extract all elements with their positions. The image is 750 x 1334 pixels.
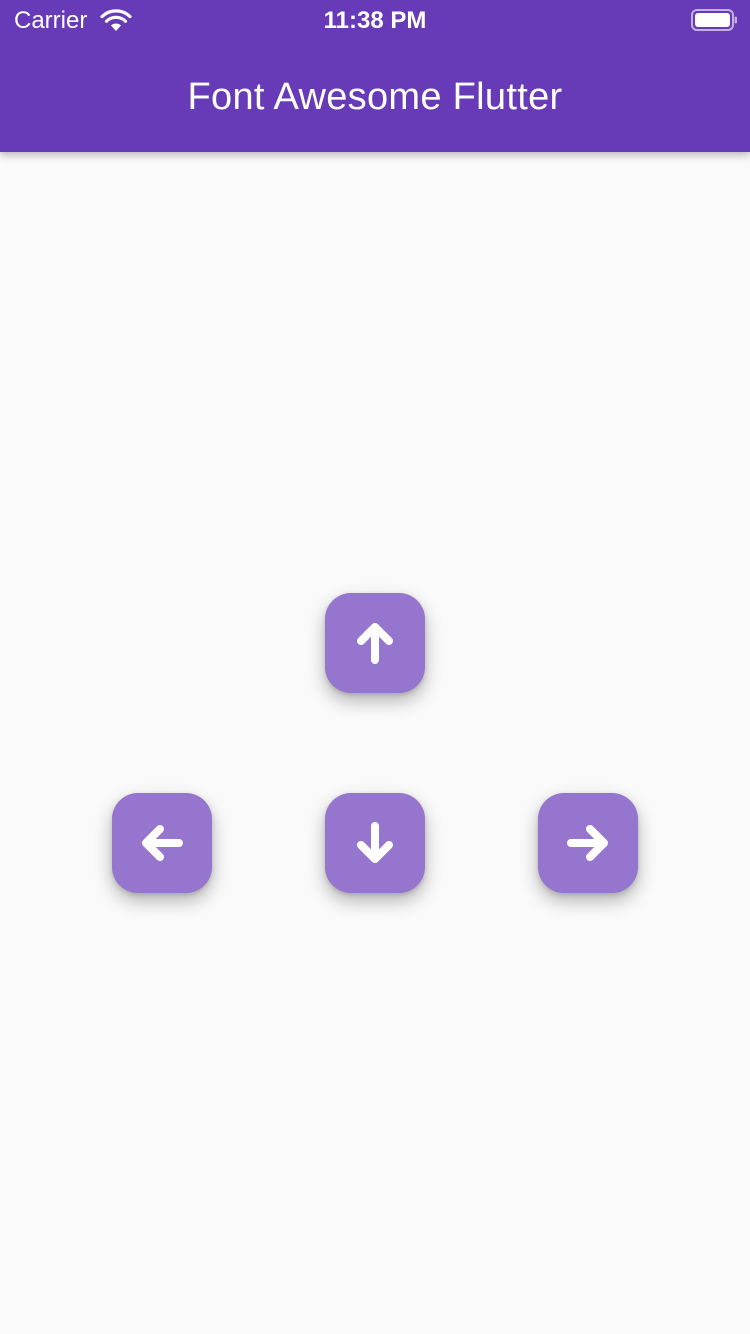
arrow-right-icon — [567, 825, 608, 861]
app-bar: Carrier 11:38 PM Font Awesome Flutter — [0, 0, 750, 152]
left-button[interactable] — [112, 793, 212, 893]
battery-icon — [691, 9, 737, 31]
status-bar: Carrier 11:38 PM — [0, 0, 750, 40]
arrow-up-icon — [357, 623, 393, 664]
clock: 11:38 PM — [323, 7, 427, 34]
page-title: Font Awesome Flutter — [187, 76, 563, 118]
right-button[interactable] — [538, 793, 638, 893]
arrow-down-icon — [357, 822, 393, 863]
up-button[interactable] — [325, 593, 425, 693]
arrow-left-icon — [142, 825, 183, 861]
down-button[interactable] — [325, 793, 425, 893]
